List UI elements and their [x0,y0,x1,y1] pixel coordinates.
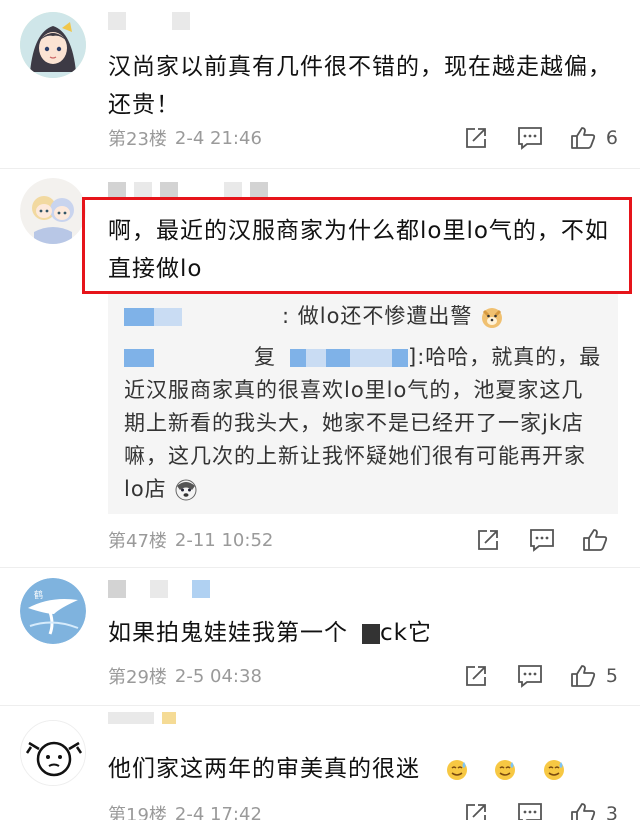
svg-text:鹤: 鹤 [34,589,43,601]
divider [0,168,640,169]
comment-text-part: 如果拍鬼娃娃我第一个 [108,620,348,646]
reply-button[interactable] [516,662,544,690]
thumbs-up-icon [571,803,596,820]
thumbs-up-icon [571,665,596,687]
comment-actions: 3 [462,800,618,820]
sweat-smile-emoji-icon [495,759,516,780]
floor-number: 第29楼 [108,667,167,688]
floor-number: 第19楼 [108,805,167,820]
doodle-face-avatar-icon [21,721,85,785]
divider [0,705,640,706]
share-button[interactable] [462,800,490,820]
comment-icon [518,127,542,150]
like-count: 5 [605,665,618,687]
comment-icon [518,803,542,820]
sweat-smile-emoji-icon [543,759,564,780]
share-icon [466,666,486,686]
avatar[interactable] [20,12,86,78]
comment-actions: 5 [462,662,618,690]
reply-thread: : 做lo还不惨遭出警 复]:哈哈，就真的，最近汉服商家真的很喜欢lo里lo气的… [108,292,618,514]
timestamp: 2-5 04:38 [174,665,262,687]
comment-text: 如果拍鬼娃娃我第一个 ck它 [108,614,618,652]
share-button[interactable] [474,526,502,554]
anime-girl-avatar-icon [20,12,86,78]
share-icon [478,530,498,550]
like-button[interactable] [582,528,618,552]
censored-block [362,623,380,644]
comment-actions: 6 [462,124,618,152]
comment-icon [530,529,554,552]
floor-number: 第47楼 [108,531,167,552]
like-button[interactable]: 5 [570,664,618,688]
chibi-couple-avatar-icon [20,178,86,244]
comment-text-part: 他们家这两年的审美真的很迷 [108,756,420,782]
username[interactable] [108,580,210,598]
reply-button[interactable] [516,124,544,152]
timestamp: 2-11 10:52 [174,529,274,551]
divider [0,567,640,568]
comment-text: 汉尚家以前真有几件很不错的，现在越走越偏，还贵！ [108,54,612,118]
reply-button[interactable] [516,800,544,820]
share-button[interactable] [462,124,490,152]
comment-item: 他们家这两年的审美真的很迷 第19楼 2-4 17:42 3 [0,708,640,820]
comment-item: 汉尚家以前真有几件很不错的，现在越走越偏，还贵！ 第23楼 2-4 21:46 … [0,0,640,170]
share-icon [466,804,486,820]
comment-item: 鹤 如果拍鬼娃娃我第一个 ck它 第29楼 2-5 04:38 5 [0,570,640,705]
reply-item[interactable]: : 做lo还不惨遭出警 [124,300,602,333]
timestamp: 2-4 17:42 [174,803,262,820]
comment-text: 他们家这两年的审美真的很迷 [108,750,618,788]
husky-emoji-icon [175,479,197,501]
thumbs-up-icon [583,529,608,551]
avatar[interactable] [20,720,86,786]
sweat-smile-emoji-icon [446,759,467,780]
like-count: 6 [605,127,618,149]
comment-actions [474,526,618,554]
reply-item[interactable]: 复]:哈哈，就真的，最近汉服商家真的很喜欢lo里lo气的，池夏家这几期上新看的我… [124,341,602,506]
like-count: 3 [605,803,618,820]
comment-icon [518,665,542,688]
comment-text-part: ck它 [380,620,432,646]
crane-avatar-icon: 鹤 [20,578,86,644]
reply-text: : 做lo还不惨遭出警 [282,304,473,328]
share-button[interactable] [462,662,490,690]
floor-number: 第23楼 [108,129,167,150]
thumbs-up-icon [571,127,596,149]
timestamp: 2-4 21:46 [174,127,262,149]
username[interactable] [108,712,176,730]
avatar[interactable]: 鹤 [20,578,86,644]
like-button[interactable]: 3 [570,802,618,820]
like-button[interactable]: 6 [570,126,618,150]
reply-prefix: 复 [254,345,276,369]
doge-emoji-icon [482,308,503,328]
reply-button[interactable] [528,526,556,554]
share-icon [466,128,486,148]
username[interactable] [108,12,190,30]
avatar[interactable] [20,178,86,244]
highlight-box [82,197,632,294]
